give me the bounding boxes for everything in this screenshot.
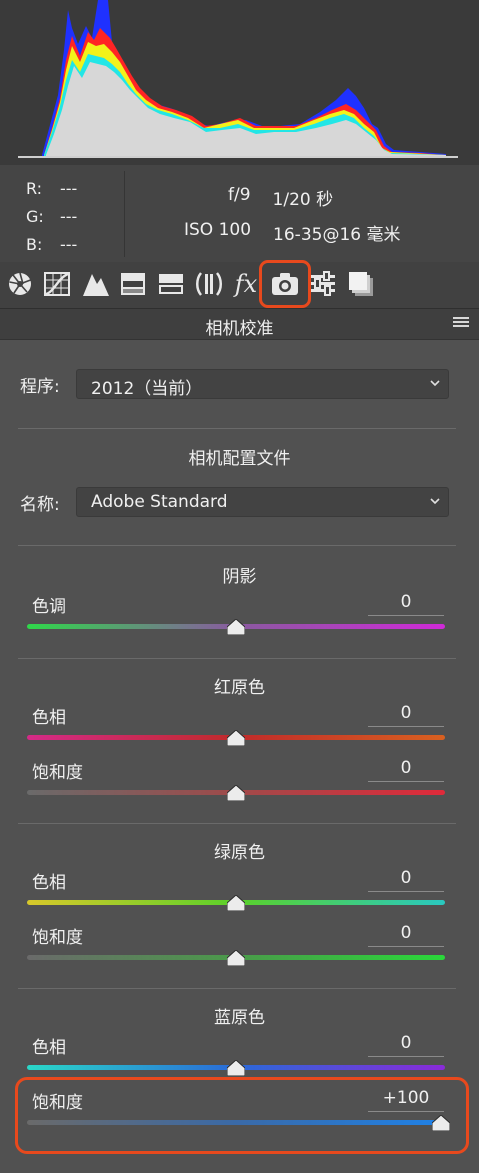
divider [18,428,456,429]
green-saturation-value[interactable]: 0 [368,923,444,947]
panel-header: 相机校准 [0,308,479,340]
lens-info: ISO 100 16-35@16 毫米 [184,220,400,245]
red-saturation-value[interactable]: 0 [368,758,444,782]
green-saturation-label: 饱和度 [32,928,83,948]
hsl-icon[interactable] [119,270,147,298]
detail-icon[interactable] [82,270,110,298]
profile-select[interactable]: Adobe Standard [76,487,449,517]
iso-value: ISO 100 [184,220,252,240]
rgb-channel-label: R: [26,179,43,198]
rgb-channel-label: G: [26,207,44,226]
profile-heading: 相机配置文件 [188,449,291,469]
process-select[interactable]: 2012（当前） [76,369,449,399]
shadows-tint-value[interactable]: 0 [368,592,444,616]
panel-tabs-toolbar: fx [0,262,479,308]
rgb-channel-value: --- [60,235,78,254]
lens-corrections-icon[interactable] [195,270,223,298]
green-primary-section-title: 绿原色 [214,843,265,863]
blue-primary-section-title: 蓝原色 [214,1008,265,1028]
blue-hue-slider-thumb[interactable] [226,1059,246,1077]
effects-icon-label: fx [234,270,258,298]
snapshots-icon[interactable] [347,270,375,298]
red-primary-section-title: 红原色 [214,678,265,698]
split-toning-icon[interactable] [157,270,185,298]
red-saturation-slider-thumb[interactable] [226,784,246,802]
red-hue-slider-thumb[interactable] [226,729,246,747]
rgb-readout: R: --- G: --- B: --- [26,175,77,259]
profile-select-value: Adobe Standard [91,492,228,512]
green-hue-slider-thumb[interactable] [226,894,246,912]
shadows-tint-label: 色调 [32,597,66,617]
divider [18,823,456,824]
shutter-value: 1/20 秒 [272,190,334,210]
blue-hue-value[interactable]: 0 [368,1033,444,1057]
divider [18,988,456,989]
green-saturation-slider-thumb[interactable] [226,949,246,967]
red-hue-value[interactable]: 0 [368,703,444,727]
exposure-info: f/9 1/20 秒 [228,185,333,210]
chevron-down-icon [430,498,440,505]
red-hue-label: 色相 [32,708,66,728]
rgb-channel-label: B: [26,235,43,254]
green-hue-value[interactable]: 0 [368,868,444,892]
effects-icon[interactable]: fx [232,270,260,298]
process-select-value: 2012（当前） [91,379,203,399]
green-hue-label: 色相 [32,873,66,893]
rgb-channel-value: --- [60,179,78,198]
info-divider [124,171,125,257]
shadows-tint-slider-thumb[interactable] [226,618,246,636]
process-label: 程序: [20,377,60,397]
basic-aperture-icon[interactable] [6,270,34,298]
lens-value: 16-35@16 毫米 [273,225,401,245]
tone-curve-icon[interactable] [43,270,71,298]
shadows-section-title: 阴影 [222,567,257,587]
blue-hue-label: 色相 [32,1038,66,1058]
aperture-value: f/9 [228,185,251,205]
divider [18,545,456,546]
histogram [0,0,479,165]
panel-title: 相机校准 [205,319,274,339]
camera-calibration-tab-highlight [259,260,311,308]
blue-saturation-highlight [15,1077,469,1154]
panel-menu-icon[interactable] [453,317,469,329]
divider [18,658,456,659]
presets-icon[interactable] [309,270,337,298]
red-saturation-label: 饱和度 [32,763,83,783]
name-label: 名称: [20,495,60,515]
chevron-down-icon [430,380,440,387]
rgb-channel-value: --- [60,207,78,226]
info-panel: R: --- G: --- B: --- f/9 1/20 秒 ISO 100 16-… [0,165,479,262]
